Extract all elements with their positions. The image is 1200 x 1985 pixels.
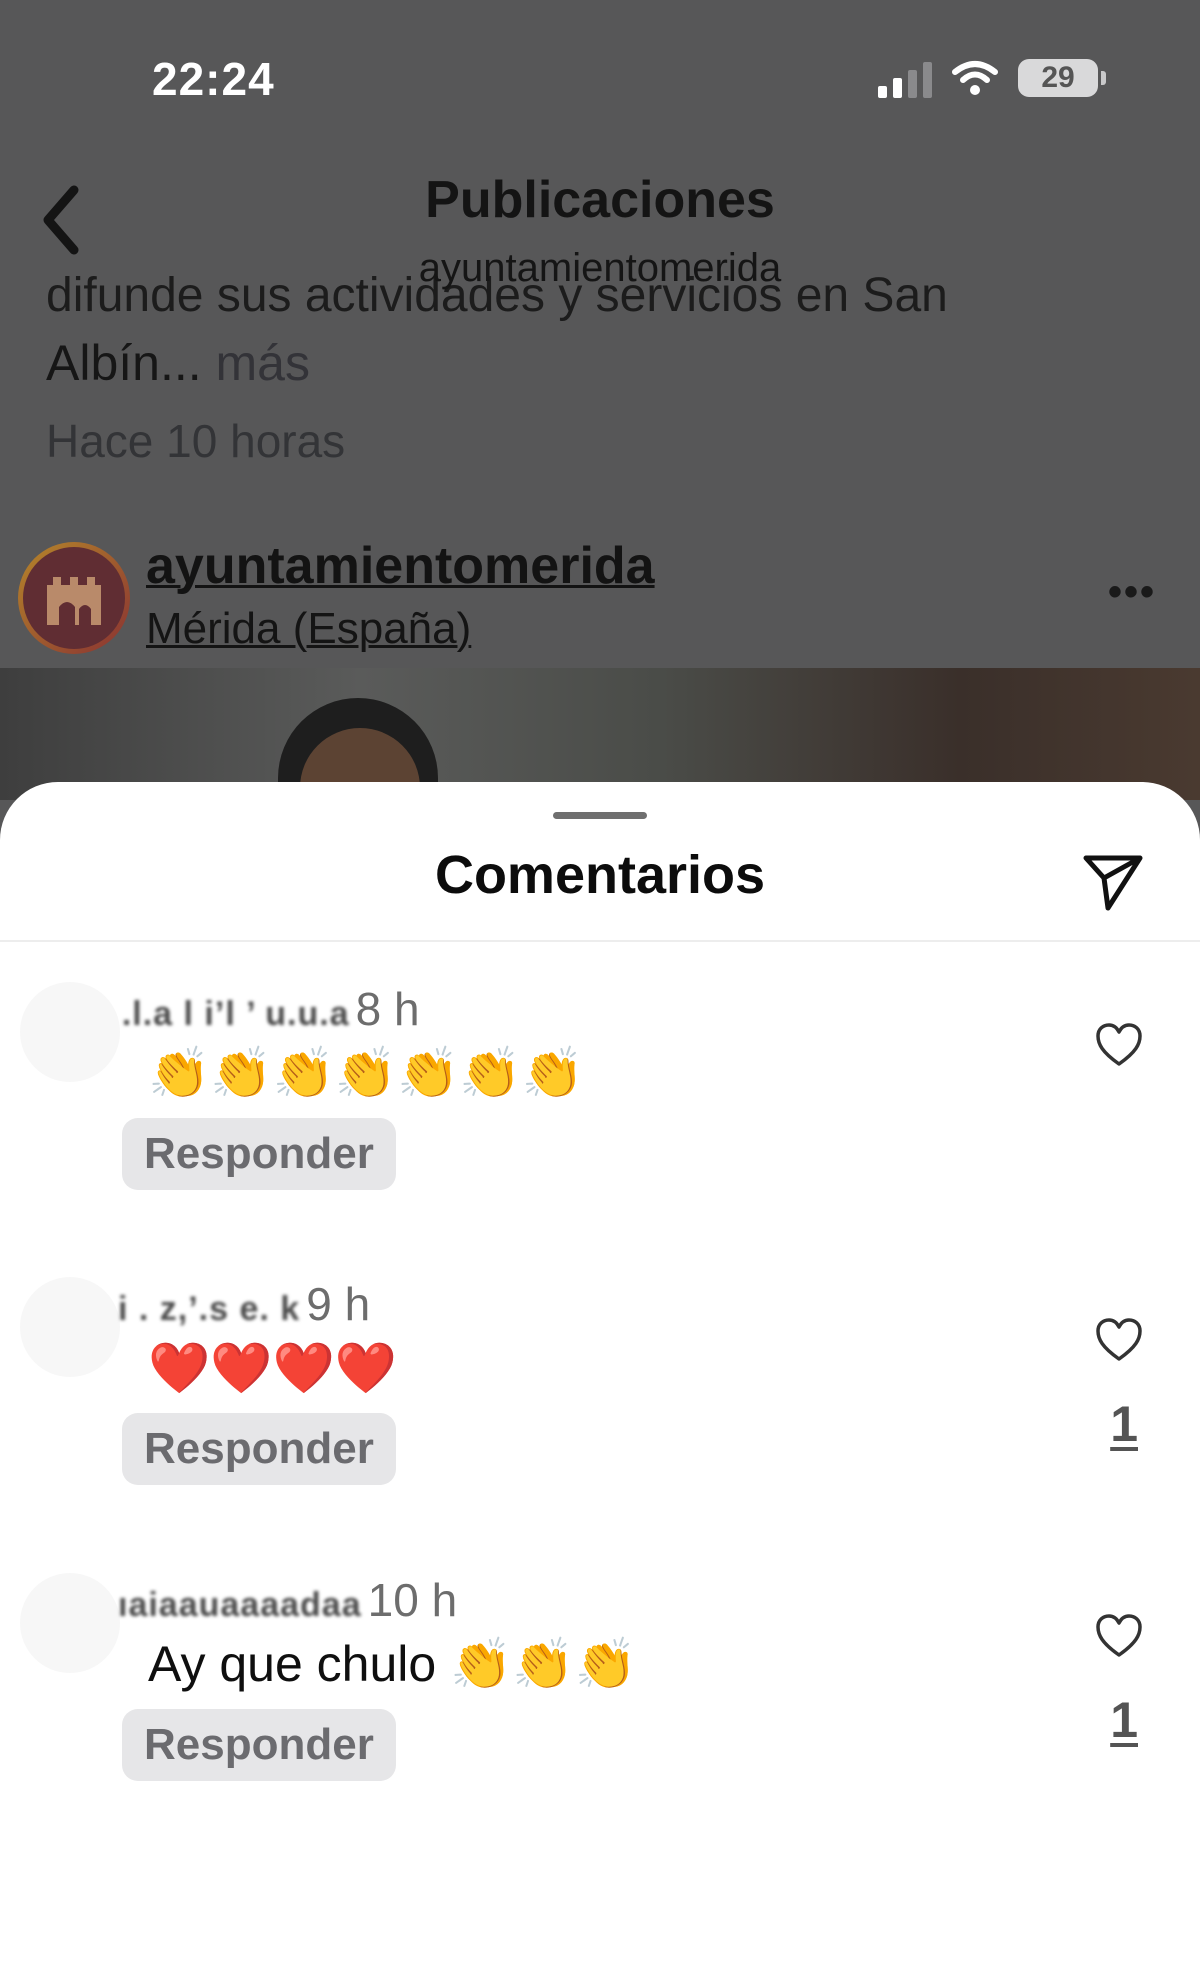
reply-button[interactable]: Responder <box>122 1709 396 1781</box>
caption-text: Albín... <box>46 335 202 391</box>
post-image <box>0 668 1200 800</box>
like-count[interactable]: 1 <box>1110 1691 1138 1749</box>
more-horizontal-icon[interactable]: ••• <box>1108 570 1156 615</box>
comment-text: Ay que chulo 👏👏👏 <box>148 1636 637 1692</box>
nav-title: Publicaciones <box>425 171 775 229</box>
sheet-divider <box>0 940 1200 942</box>
comments-sheet: Comentarios .l.a l i’l ’ u.u.a 8 h 👏👏👏👏👏… <box>0 782 1200 1985</box>
comment-avatar[interactable] <box>20 1573 120 1673</box>
comment-text: ❤️❤️❤️❤️ <box>148 1339 398 1397</box>
avatar[interactable] <box>18 542 130 654</box>
post-author-link[interactable]: ayuntamientomerida <box>146 536 655 596</box>
comment-username[interactable]: .l.a l i’l ’ u.u.a <box>118 995 350 1034</box>
post-timestamp: Hace 10 horas <box>46 415 346 467</box>
background-post: 22:24 29 Publicaciones difunde sus activ… <box>0 0 1200 800</box>
comment-header: ıaiaauaaaadaa 10 h <box>118 1573 457 1627</box>
comment-text: 👏👏👏👏👏👏👏 <box>148 1044 584 1102</box>
comment-header: .l.a l i’l ’ u.u.a 8 h <box>118 982 420 1036</box>
battery-icon: 29 <box>1018 59 1106 97</box>
nav-subtitle: ayuntamientomerida <box>418 246 782 290</box>
comment-username[interactable]: ıaiaauaaaadaa <box>118 1586 362 1625</box>
like-count[interactable]: 1 <box>1110 1395 1138 1453</box>
comment-header: i . z,’.s e. k 9 h <box>118 1277 370 1331</box>
castle-logo-icon <box>47 577 101 625</box>
signal-icon <box>878 58 932 98</box>
wifi-icon <box>952 61 998 95</box>
comment-username[interactable]: i . z,’.s e. k <box>118 1290 300 1329</box>
heart-icon[interactable] <box>1094 1020 1144 1070</box>
comment-time: 9 h <box>306 1278 371 1330</box>
battery-level: 29 <box>1041 61 1075 94</box>
comment-time: 8 h <box>355 983 420 1035</box>
reply-button[interactable]: Responder <box>122 1413 396 1485</box>
status-icons: 29 <box>878 58 1106 98</box>
comment-time: 10 h <box>367 1574 458 1626</box>
avatar-image <box>23 547 125 649</box>
status-time: 22:24 <box>152 53 275 105</box>
comment-avatar[interactable] <box>20 982 120 1082</box>
comment-avatar[interactable] <box>20 1277 120 1377</box>
post-location-link[interactable]: Mérida (España) <box>146 604 471 654</box>
caption-more-link[interactable]: más <box>202 335 310 391</box>
reply-button[interactable]: Responder <box>122 1118 396 1190</box>
heart-icon[interactable] <box>1094 1611 1144 1661</box>
sheet-title: Comentarios <box>434 845 766 905</box>
paper-plane-icon[interactable] <box>1082 850 1144 912</box>
heart-icon[interactable] <box>1094 1315 1144 1365</box>
post-caption: Albín... más <box>46 334 310 392</box>
sheet-grabber[interactable] <box>553 812 647 819</box>
